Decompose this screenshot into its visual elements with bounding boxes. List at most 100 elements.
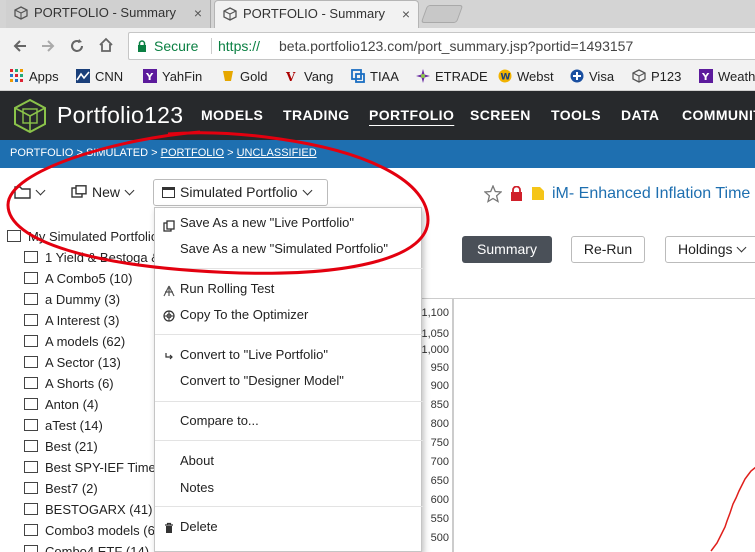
bookmark-label: ETRADE bbox=[435, 69, 488, 84]
bookmark-etrade[interactable]: ETRADE bbox=[416, 69, 488, 84]
browser-tab-1[interactable]: PORTFOLIO - Summary × bbox=[6, 0, 211, 28]
menu-about[interactable]: About bbox=[180, 453, 214, 468]
tree-item[interactable]: a Dummy (3) bbox=[24, 292, 120, 307]
tree-item[interactable]: BESTOGARX (41) bbox=[24, 502, 152, 517]
nav-data[interactable]: DATA bbox=[621, 107, 659, 123]
nav-tools[interactable]: TOOLS bbox=[551, 107, 601, 123]
folder-icon bbox=[24, 503, 38, 515]
bookmark-gold[interactable]: Gold bbox=[221, 69, 267, 84]
menu-save-as-simulated-portfolio[interactable]: Save As a new "Simulated Portfolio" bbox=[180, 241, 388, 256]
tree-item-label: Best SPY-IEF Time bbox=[45, 460, 156, 475]
portfolio123-logo-icon[interactable] bbox=[12, 98, 48, 134]
tree-root[interactable]: My Simulated Portfolios bbox=[7, 229, 165, 244]
menu-divider bbox=[155, 440, 423, 441]
tree-item-label: A Shorts (6) bbox=[45, 376, 114, 391]
svg-text:W: W bbox=[501, 73, 511, 83]
new-button[interactable]: New bbox=[71, 184, 135, 200]
address-bar[interactable]: Secure https:// beta.portfolio123.com/po… bbox=[128, 32, 755, 60]
menu-delete[interactable]: Delete bbox=[180, 519, 218, 534]
star-icon[interactable] bbox=[484, 185, 502, 203]
browser-tab-1-close-icon[interactable]: × bbox=[194, 0, 202, 26]
tree-item[interactable]: A Interest (3) bbox=[24, 313, 119, 328]
menu-run-rolling-test[interactable]: Run Rolling Test bbox=[180, 281, 274, 296]
folder-icon bbox=[7, 230, 21, 242]
home-icon[interactable] bbox=[98, 37, 114, 53]
nav-trading[interactable]: TRADING bbox=[283, 107, 350, 123]
nav-portfolio[interactable]: PORTFOLIO bbox=[369, 107, 454, 123]
forward-arrow-icon[interactable] bbox=[40, 38, 56, 54]
folder-icon bbox=[24, 377, 38, 389]
folder-icon bbox=[24, 272, 38, 284]
tree-item[interactable]: 1 Yield & Bestoga & bbox=[24, 250, 160, 265]
tree-item[interactable]: A Combo5 (10) bbox=[24, 271, 132, 286]
visa-icon bbox=[570, 69, 584, 83]
menu-compare-to[interactable]: Compare to... bbox=[180, 413, 259, 428]
tree-item[interactable]: Anton (4) bbox=[24, 397, 98, 412]
tree-item-label: A Combo5 (10) bbox=[45, 271, 133, 286]
menu-convert-to-live-portfolio[interactable]: Convert to "Live Portfolio" bbox=[180, 347, 328, 362]
url-scheme: https:// bbox=[218, 38, 261, 54]
tree-item[interactable]: aTest (14) bbox=[24, 418, 103, 433]
menu-convert-to-designer-model[interactable]: Convert to "Designer Model" bbox=[180, 373, 344, 388]
bookmark-vang[interactable]: V Vang bbox=[285, 69, 333, 84]
convert-arrow-icon bbox=[165, 353, 173, 360]
copy-icon bbox=[163, 220, 175, 232]
bookmark-weath[interactable]: Y Weath bbox=[699, 69, 755, 84]
site-header: Portfolio123 MODELS TRADING PORTFOLIO SC… bbox=[0, 91, 755, 140]
tree-item[interactable]: A Shorts (6) bbox=[24, 376, 114, 391]
reload-icon[interactable] bbox=[69, 38, 85, 54]
nav-community[interactable]: COMMUNITY bbox=[682, 107, 755, 123]
bookmark-label: P123 bbox=[651, 69, 682, 84]
tree-item[interactable]: A models (62) bbox=[24, 334, 125, 349]
menu-notes[interactable]: Notes bbox=[180, 480, 214, 495]
nav-models[interactable]: MODELS bbox=[201, 107, 263, 123]
bookmark-apps[interactable]: Apps bbox=[10, 69, 59, 84]
apps-grid-icon bbox=[10, 69, 23, 82]
tree-item-label: Combo3 models (6 bbox=[45, 523, 155, 538]
site-brand[interactable]: Portfolio123 bbox=[57, 102, 183, 129]
breadcrumb-portfolio-link[interactable]: PORTFOLIO bbox=[161, 147, 224, 159]
tree-item[interactable]: Best SPY-IEF Time bbox=[24, 460, 156, 475]
browser-tab-2-close-icon[interactable]: × bbox=[402, 1, 410, 27]
holdings-menu-button[interactable]: Holdings bbox=[665, 236, 755, 263]
bookmark-p123[interactable]: P123 bbox=[632, 69, 681, 84]
tree-item-label: Best (21) bbox=[45, 439, 98, 454]
rerun-button[interactable]: Re-Run bbox=[571, 236, 645, 263]
tree-item[interactable]: Best7 (2) bbox=[24, 481, 98, 496]
nav-screen[interactable]: SCREEN bbox=[470, 107, 531, 123]
new-tab-button[interactable] bbox=[420, 5, 464, 23]
bookmark-label: Vang bbox=[304, 69, 334, 84]
bookmark-yahfin[interactable]: Y YahFin bbox=[143, 69, 202, 84]
tree-item[interactable]: Combo4 ETF (14) bbox=[24, 544, 149, 552]
new-window-icon bbox=[71, 185, 87, 198]
breadcrumb-simulated[interactable]: SIMULATED bbox=[86, 147, 148, 159]
breadcrumb-portfolio[interactable]: PORTFOLIO bbox=[10, 147, 73, 159]
tree-item[interactable]: A Sector (13) bbox=[24, 355, 121, 370]
tree-item[interactable]: Combo3 models (6 bbox=[24, 523, 155, 538]
simulated-portfolio-menu-button[interactable]: Simulated Portfolio bbox=[153, 179, 328, 206]
menu-divider bbox=[155, 268, 423, 269]
breadcrumb-unclassified[interactable]: UNCLASSIFIED bbox=[237, 147, 317, 159]
browser-tab-2[interactable]: PORTFOLIO - Summary × bbox=[214, 0, 419, 28]
note-tag-icon[interactable] bbox=[531, 186, 545, 201]
folder-button[interactable] bbox=[14, 184, 46, 200]
back-arrow-icon[interactable] bbox=[12, 38, 28, 54]
bookmark-webst[interactable]: W Webst bbox=[498, 69, 554, 84]
portfolio-title: iM- Enhanced Inflation Time bbox=[552, 185, 751, 202]
summary-tab-button[interactable]: Summary bbox=[462, 236, 552, 263]
lock-icon[interactable] bbox=[510, 186, 523, 201]
folder-icon bbox=[14, 186, 31, 199]
folder-icon bbox=[24, 335, 38, 347]
menu-copy-to-optimizer[interactable]: Copy To the Optimizer bbox=[180, 307, 308, 322]
bookmark-visa[interactable]: Visa bbox=[570, 69, 614, 84]
bookmark-label: Webst bbox=[517, 69, 554, 84]
bookmark-tiaa[interactable]: TIAA bbox=[351, 69, 399, 84]
cnn-icon bbox=[76, 69, 90, 83]
folder-icon bbox=[24, 251, 38, 263]
holdings-label: Holdings bbox=[678, 241, 733, 257]
tree-item-label: Anton (4) bbox=[45, 397, 99, 412]
bookmark-label: TIAA bbox=[370, 69, 399, 84]
menu-save-as-live-portfolio[interactable]: Save As a new "Live Portfolio" bbox=[180, 215, 354, 230]
bookmark-cnn[interactable]: CNN bbox=[76, 69, 123, 84]
tree-item[interactable]: Best (21) bbox=[24, 439, 98, 454]
